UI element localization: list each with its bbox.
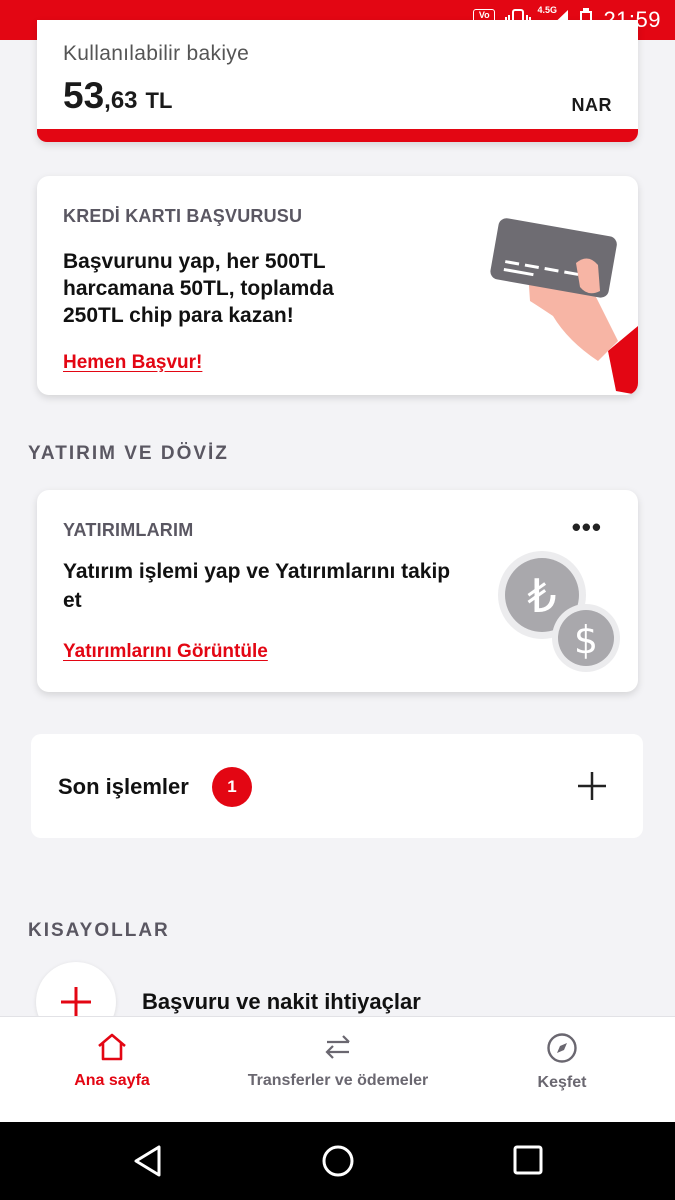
hand-holding-card-illustration [490, 218, 638, 395]
invest-section-title: YATIRIM VE DÖVİZ [28, 443, 229, 464]
view-investments-link[interactable]: Yatırımlarını Görüntüle [63, 641, 268, 663]
back-icon[interactable] [132, 1144, 164, 1178]
recent-transactions-title: Son işlemler [58, 774, 189, 799]
nav-explore-label: Keşfet [537, 1074, 587, 1091]
promo-kicker: KREDİ KARTI BAŞVURUSU [63, 206, 303, 226]
investments-body: Yatırım işlemi yap ve Yatırımlarını taki… [63, 560, 451, 612]
balance-card[interactable]: Kullanılabilir bakiye 53 ,63 TL NAR [37, 20, 638, 142]
promo-body: Başvurunu yap, her 500TL harcamana 50TL,… [63, 250, 334, 327]
home-icon [98, 1033, 126, 1061]
balance-amount: 53 ,63 TL [63, 75, 172, 117]
shortcut-apply-label[interactable]: Başvuru ve nakit ihtiyaçlar [142, 989, 421, 1015]
nav-home[interactable]: Ana sayfa [52, 1017, 172, 1123]
investments-kicker: YATIRIMLARIM [63, 520, 194, 540]
plus-icon[interactable] [577, 771, 607, 801]
balance-label: Kullanılabilir bakiye [63, 42, 250, 65]
transfer-arrows-icon [325, 1035, 350, 1059]
nav-transfers[interactable]: Transferler ve ödemeler [232, 1017, 444, 1123]
recent-transactions[interactable]: Son işlemler 1 [31, 734, 643, 838]
account-name: NAR [571, 95, 612, 115]
balance-decimal: ,63 [104, 87, 138, 114]
credit-card-promo-card[interactable]: KREDİ KARTI BAŞVURUSU Başvurunu yap, her… [37, 176, 638, 395]
compass-icon [547, 1033, 577, 1063]
nav-transfers-label: Transferler ve ödemeler [247, 1072, 429, 1089]
svg-text:$: $ [574, 618, 598, 662]
recent-transactions-count-badge: 1 [212, 767, 252, 807]
investments-card[interactable]: YATIRIMLARIM ••• Yatırım işlemi yap ve Y… [37, 490, 638, 692]
lira-dollar-coins-illustration: ₺ $ [498, 551, 620, 672]
svg-text:₺: ₺ [527, 569, 556, 623]
bottom-navigation: Ana sayfa Transferler ve ödemeler Keşfet [0, 1016, 675, 1122]
nav-explore[interactable]: Keşfet [512, 1017, 612, 1123]
balance-accent-bar [37, 129, 638, 142]
shortcuts-section-title: KISAYOLLAR [28, 920, 170, 941]
nav-home-label: Ana sayfa [74, 1072, 150, 1089]
apply-now-link[interactable]: Hemen Başvur! [63, 352, 202, 374]
more-options-icon[interactable]: ••• [572, 512, 602, 543]
home-circle-icon[interactable] [321, 1144, 355, 1178]
network-type-label: 4.5G [537, 5, 557, 15]
system-navigation-bar [0, 1122, 675, 1200]
plus-icon [61, 987, 91, 1017]
recents-icon[interactable] [512, 1144, 544, 1176]
balance-integer: 53 [63, 75, 105, 116]
balance-currency: TL [145, 88, 173, 113]
